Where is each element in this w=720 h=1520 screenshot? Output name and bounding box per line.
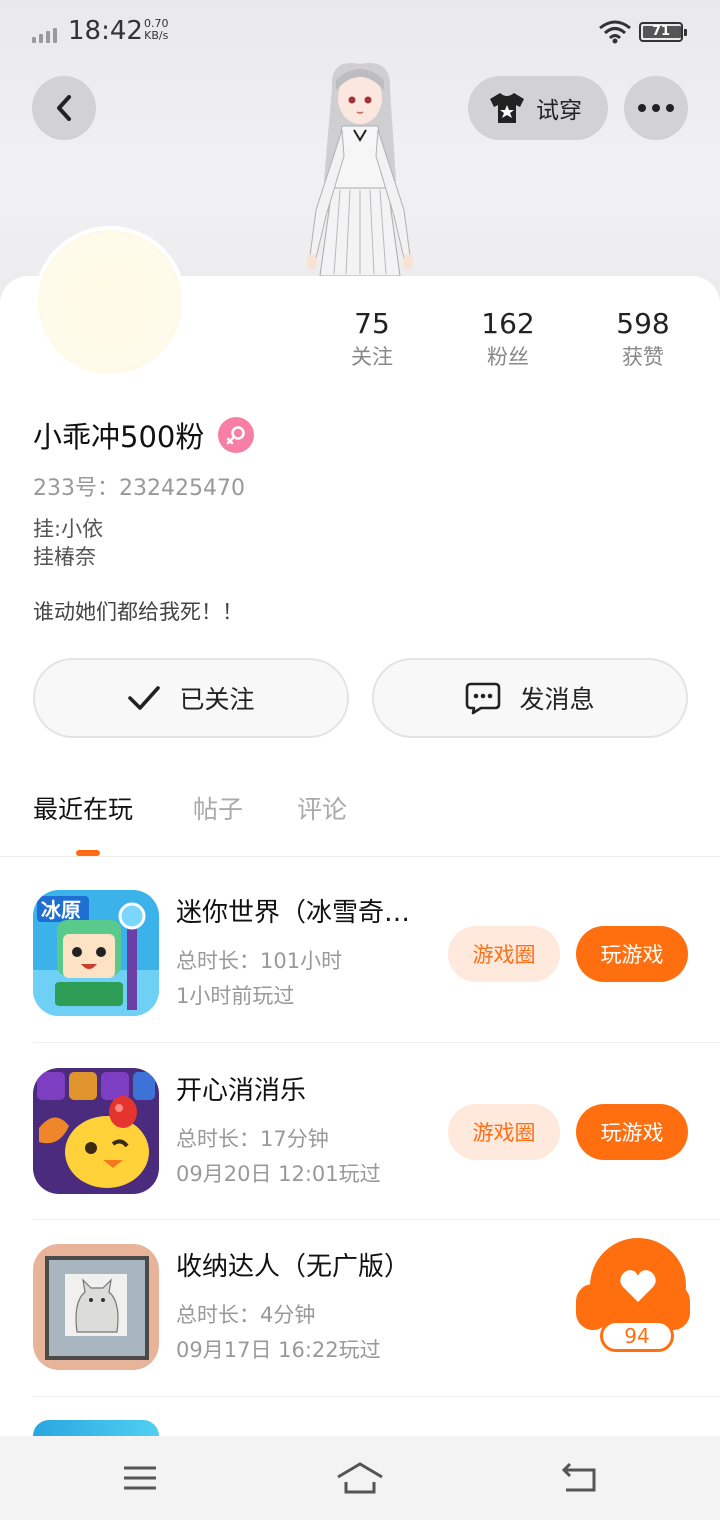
game-duration: 总时长：4分钟 — [176, 1303, 316, 1327]
row-divider — [33, 1042, 720, 1043]
status-time: 18:42 — [68, 16, 143, 46]
happy-elimination-game-icon[interactable] — [33, 1068, 159, 1194]
stat-likes-label: 获赞 — [622, 345, 664, 369]
stat-fans[interactable]: 162 粉丝 — [448, 306, 568, 372]
send-message-button[interactable]: 发消息 — [372, 658, 688, 738]
tab-posts[interactable]: 帖子 — [193, 790, 243, 826]
system-navigation-bar — [0, 1436, 720, 1520]
game-title: 迷你世界（冰雪奇缘版） — [176, 898, 432, 928]
more-button[interactable] — [624, 76, 688, 140]
tshirt-icon — [490, 93, 524, 123]
mini-world-game-icon[interactable]: 冰原 — [33, 890, 159, 1016]
row-divider — [33, 1396, 720, 1397]
avatar-character-image[interactable] — [280, 60, 440, 280]
wifi-icon — [598, 20, 632, 48]
play-game-button[interactable]: 玩游戏 — [576, 926, 688, 982]
back-arrow-icon — [57, 95, 71, 121]
game-duration: 总时长：101小时 — [176, 949, 343, 973]
svg-text:冰原: 冰原 — [41, 898, 81, 922]
stat-fans-label: 粉丝 — [487, 345, 529, 369]
profile-stats: 75 关注 162 粉丝 598 获赞 — [300, 306, 700, 386]
heart-icon — [620, 1270, 656, 1302]
storage-master-game-icon[interactable] — [33, 1244, 159, 1370]
female-icon — [218, 417, 255, 453]
game-last-played: 09月20日 12:01玩过 — [176, 1162, 381, 1186]
try-on-button[interactable]: 试穿 — [468, 76, 608, 140]
status-bar: 18:42 0.70 KB/s 71 — [0, 0, 720, 66]
chat-bubble-icon — [466, 682, 501, 715]
stat-following-label: 关注 — [351, 345, 393, 369]
username-row: 小乖冲500粉 — [33, 414, 255, 456]
list-item[interactable]: 冰原 迷你世界（冰雪奇缘版） 总时长：101小时 1小时前玩过 游戏圈 玩游戏 — [0, 890, 720, 1067]
bio-line-2: 挂椿奈 — [33, 545, 96, 569]
game-circle-button[interactable]: 游戏圈 — [448, 926, 560, 982]
stat-following[interactable]: 75 关注 — [312, 306, 432, 372]
send-message-label: 发消息 — [519, 685, 595, 714]
game-last-played: 09月17日 16:22玩过 — [176, 1338, 381, 1362]
game-icon-partial[interactable] — [33, 1420, 159, 1436]
back-button[interactable] — [32, 76, 96, 140]
floating-like-button[interactable]: 94 — [576, 1238, 692, 1358]
username: 小乖冲500粉 — [33, 420, 205, 454]
game-title: 收纳达人（无广版） — [176, 1252, 411, 1282]
stat-likes[interactable]: 598 获赞 — [583, 306, 703, 372]
user-signature: 谁动她们都给我死！！ — [33, 600, 243, 624]
game-title: 开心消消乐 — [176, 1076, 307, 1106]
followed-label: 已关注 — [179, 685, 255, 714]
checkmark-icon — [128, 686, 161, 710]
game-duration: 总时长：17分钟 — [176, 1127, 329, 1151]
battery-icon: 71 — [639, 22, 687, 42]
more-icon — [635, 104, 677, 112]
game-last-played: 1小时前玩过 — [176, 984, 295, 1008]
row-divider — [33, 1219, 720, 1220]
tabs-divider — [0, 856, 720, 857]
home-icon[interactable] — [330, 1456, 390, 1500]
bio-line-1: 挂:小依 — [33, 517, 104, 541]
stat-fans-count: 162 — [481, 307, 535, 340]
game-circle-button[interactable]: 游戏圈 — [448, 1104, 560, 1160]
stat-likes-count: 598 — [616, 307, 670, 340]
menu-icon[interactable] — [110, 1456, 170, 1500]
like-count: 94 — [600, 1320, 674, 1352]
followed-button[interactable]: 已关注 — [33, 658, 349, 738]
stat-following-count: 75 — [354, 307, 390, 340]
signal-icon — [32, 28, 57, 43]
tab-comments[interactable]: 评论 — [297, 790, 347, 826]
tab-recently-played[interactable]: 最近在玩 — [33, 790, 133, 826]
back-icon[interactable] — [550, 1456, 610, 1500]
try-on-label: 试穿 — [536, 98, 582, 124]
avatar[interactable] — [34, 226, 186, 378]
network-speed: 0.70 KB/s — [144, 17, 169, 42]
play-game-button[interactable]: 玩游戏 — [576, 1104, 688, 1160]
user-id: 233号：232425470 — [33, 476, 245, 501]
